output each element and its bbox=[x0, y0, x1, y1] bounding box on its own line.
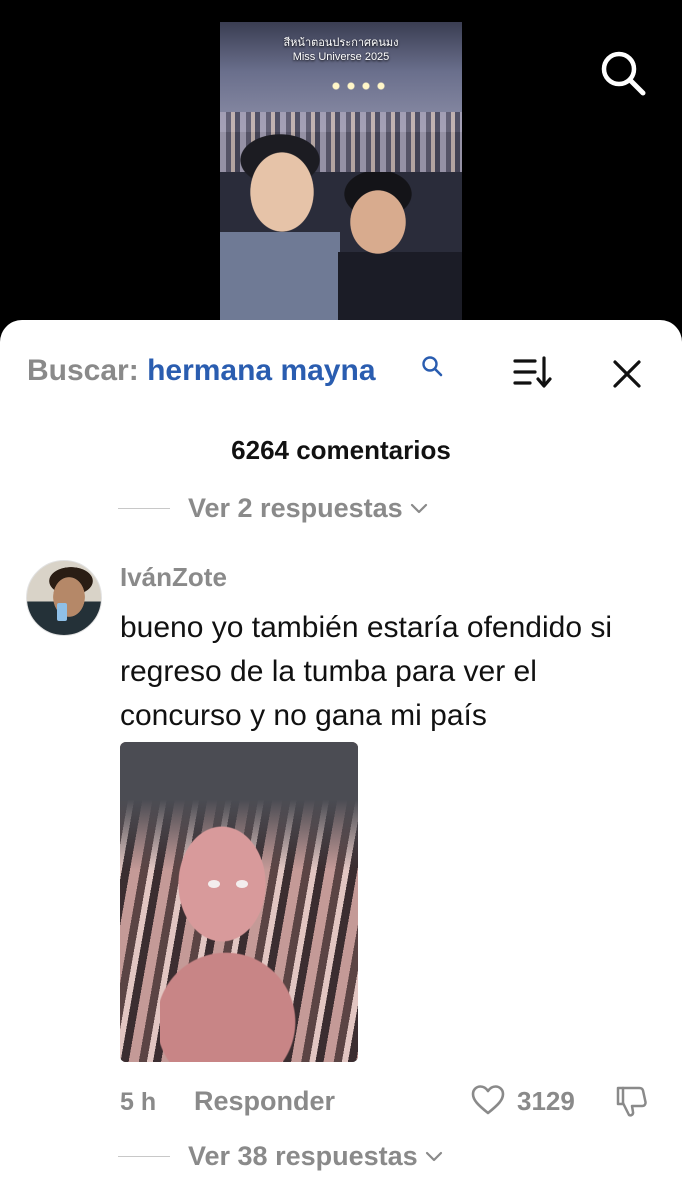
like-count: 3129 bbox=[517, 1086, 575, 1116]
comment-username[interactable]: IvánZote bbox=[120, 562, 227, 593]
comment-time: 5 h bbox=[120, 1088, 157, 1116]
divider bbox=[118, 1155, 170, 1157]
thumbs-down-icon[interactable] bbox=[612, 1082, 650, 1120]
chevron-down-icon bbox=[410, 503, 427, 514]
video-person-left bbox=[220, 132, 340, 322]
image-figure bbox=[160, 822, 300, 1062]
video-caption-line2: Miss Universe 2025 bbox=[292, 51, 390, 63]
search-query-link[interactable]: hermana mayna bbox=[147, 354, 375, 387]
divider bbox=[118, 507, 170, 509]
view-replies-label: Ver 38 respuestas bbox=[188, 1140, 418, 1171]
heart-icon[interactable] bbox=[470, 1084, 506, 1116]
comment-item: IvánZote bueno yo también estaría ofendi… bbox=[0, 550, 682, 1117]
search-label[interactable]: Buscar: hermana mayna bbox=[27, 354, 376, 388]
video-area: สีหน้าตอนประกาศคนมง Miss Universe 2025 bbox=[0, 0, 682, 340]
reply-button[interactable]: Responder bbox=[194, 1086, 335, 1117]
search-icon[interactable] bbox=[421, 355, 443, 377]
comment-count: 6264 comentarios bbox=[231, 435, 451, 465]
avatar[interactable] bbox=[26, 560, 102, 636]
stage-lights bbox=[330, 80, 390, 92]
video-caption: สีหน้าตอนประกาศคนมง Miss Universe 2025 bbox=[220, 36, 462, 64]
search-icon[interactable] bbox=[598, 48, 648, 98]
image-eye-right bbox=[236, 880, 248, 888]
view-replies-button[interactable]: Ver 38 respuestas bbox=[118, 1139, 444, 1173]
close-icon[interactable] bbox=[605, 352, 649, 396]
phone-shape bbox=[57, 603, 67, 621]
comments-sheet: Buscar: hermana mayna 6264 comentarios V… bbox=[0, 320, 682, 1199]
video-thumbnail[interactable]: สีหน้าตอนประกาศคนมง Miss Universe 2025 bbox=[220, 22, 462, 322]
video-person-right bbox=[338, 172, 462, 322]
comment-actions: 5 h Responder 3129 bbox=[0, 1082, 682, 1122]
video-caption-line1: สีหน้าตอนประกาศคนมง bbox=[283, 37, 399, 49]
comment-text: bueno yo también estaría ofendido si reg… bbox=[120, 611, 612, 732]
chevron-down-icon bbox=[425, 1151, 442, 1162]
sort-icon[interactable] bbox=[510, 353, 556, 393]
view-replies-label: Ver 2 respuestas bbox=[188, 492, 403, 523]
view-replies-button[interactable]: Ver 2 respuestas bbox=[118, 491, 429, 525]
image-eye-left bbox=[208, 880, 220, 888]
comment-image[interactable] bbox=[120, 742, 358, 1062]
comments-header: Buscar: hermana mayna bbox=[0, 320, 682, 430]
search-prefix: Buscar: bbox=[27, 354, 139, 387]
